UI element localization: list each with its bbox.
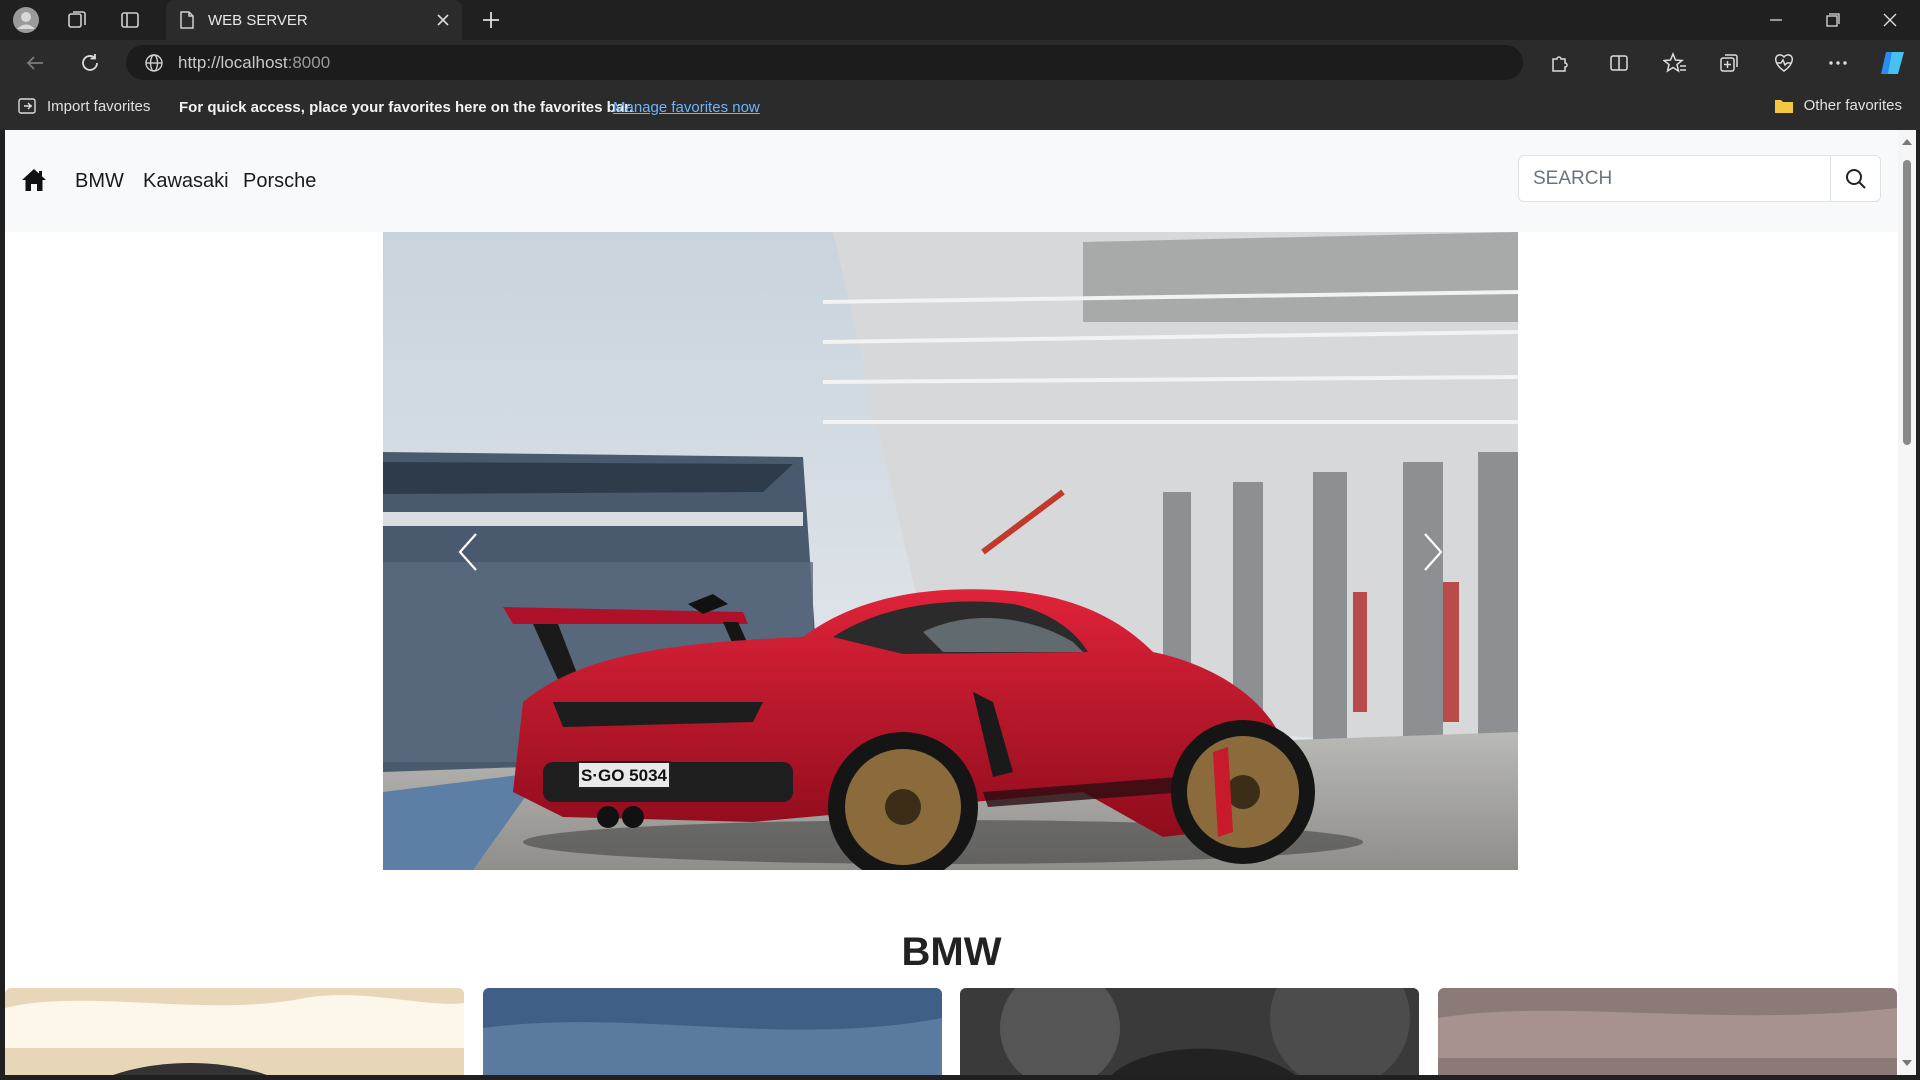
split-screen-icon[interactable] xyxy=(1604,49,1634,77)
minimize-icon[interactable] xyxy=(1748,0,1804,40)
favorites-message: For quick access, place your favorites h… xyxy=(179,99,634,116)
nav-link-porsche[interactable]: Porsche xyxy=(243,170,316,193)
refresh-icon[interactable] xyxy=(75,49,105,77)
profile-icon[interactable] xyxy=(12,7,40,33)
other-favorites-button[interactable]: Other favorites xyxy=(1774,97,1902,114)
search-button[interactable] xyxy=(1830,156,1880,201)
bmw-card-1[interactable] xyxy=(5,988,464,1075)
license-plate-text: S·GO 5034 xyxy=(581,766,668,785)
scroll-down-icon[interactable] xyxy=(1898,1057,1916,1069)
chevron-left-icon xyxy=(458,533,477,571)
new-tab-icon[interactable] xyxy=(477,7,505,33)
search-input[interactable] xyxy=(1519,156,1830,201)
tab-title: WEB SERVER xyxy=(208,11,308,29)
browser-essentials-icon[interactable] xyxy=(1769,49,1799,77)
favorites-icon[interactable] xyxy=(1660,49,1690,77)
close-tab-icon[interactable] xyxy=(436,13,450,27)
search-form xyxy=(1518,155,1881,202)
carousel-next-button[interactable] xyxy=(1403,522,1463,582)
url-text: http://localhost:8000 xyxy=(178,52,331,72)
page-scrollbar[interactable] xyxy=(1898,130,1916,1075)
folder-icon xyxy=(1774,99,1793,113)
home-icon[interactable] xyxy=(21,168,47,197)
search-icon xyxy=(1845,168,1866,189)
vertical-tabs-icon[interactable] xyxy=(116,7,144,33)
more-options-icon[interactable] xyxy=(1823,49,1853,77)
browser-tab-bar: WEB SERVER xyxy=(0,0,1920,40)
page-icon xyxy=(180,11,194,29)
copilot-icon[interactable] xyxy=(1878,49,1908,77)
nav-link-kawasaki[interactable]: Kawasaki xyxy=(143,170,229,193)
import-favorites-button[interactable]: Import favorites xyxy=(17,97,150,115)
scroll-thumb[interactable] xyxy=(1903,160,1911,445)
other-favorites-label: Other favorites xyxy=(1803,97,1902,114)
section-title-bmw: BMW xyxy=(901,930,1002,974)
address-bar-row: http://localhost:8000 xyxy=(0,40,1920,86)
porsche-gt3rs-photo: S·GO 5034 xyxy=(383,232,1518,870)
carousel-prev-button[interactable] xyxy=(438,522,498,582)
bmw-card-image xyxy=(960,988,1419,1075)
bmw-card-image xyxy=(483,988,942,1075)
hero-carousel: S·GO 5034 xyxy=(383,232,1518,870)
extensions-icon[interactable] xyxy=(1544,49,1574,77)
bmw-card-image xyxy=(1438,988,1897,1075)
import-icon xyxy=(18,98,36,114)
manage-favorites-link[interactable]: Manage favorites now xyxy=(613,99,760,116)
url-field[interactable]: http://localhost:8000 xyxy=(126,45,1523,80)
bmw-card-3[interactable] xyxy=(960,988,1419,1075)
globe-icon xyxy=(145,53,163,72)
nav-link-bmw[interactable]: BMW xyxy=(75,170,124,193)
bmw-card-image xyxy=(5,988,464,1075)
workspaces-icon[interactable] xyxy=(63,7,91,33)
collections-icon[interactable] xyxy=(1714,49,1744,77)
scroll-up-icon[interactable] xyxy=(1898,136,1916,148)
back-icon[interactable] xyxy=(20,49,50,77)
tab-web-server[interactable]: WEB SERVER xyxy=(166,0,462,40)
bmw-card-4[interactable] xyxy=(1438,988,1897,1075)
web-page: BMW Kawasaki Porsche SEARCH S·GO 5034 BM… xyxy=(5,130,1898,1075)
bmw-card-2[interactable] xyxy=(483,988,942,1075)
restore-icon[interactable] xyxy=(1805,0,1861,40)
chevron-right-icon xyxy=(1424,533,1443,571)
import-favorites-label: Import favorites xyxy=(47,97,151,115)
site-navbar: BMW Kawasaki Porsche xyxy=(5,130,1898,232)
favorites-bar: Import favorites For quick access, place… xyxy=(0,86,1920,130)
close-window-icon[interactable] xyxy=(1862,0,1918,40)
